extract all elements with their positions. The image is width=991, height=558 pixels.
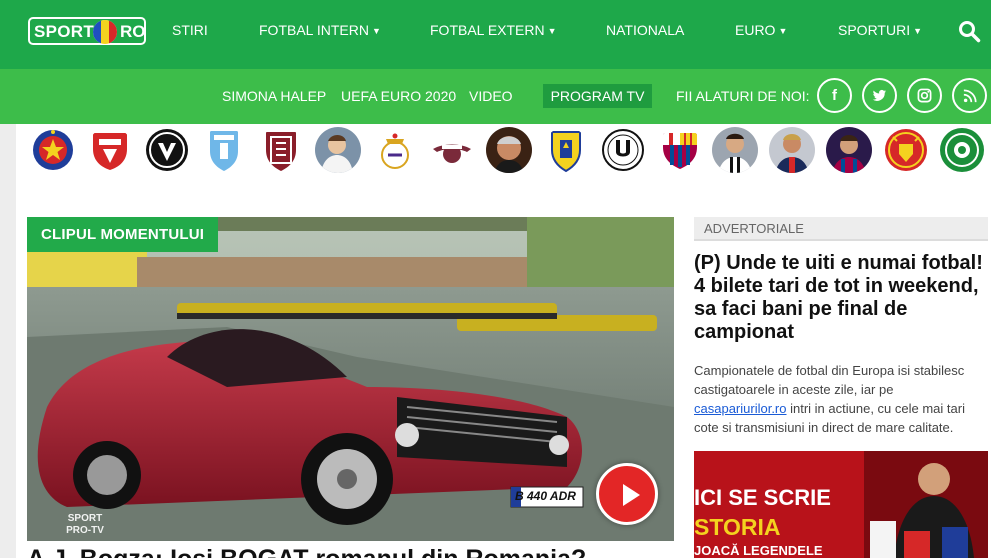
page-left-margin — [0, 124, 16, 558]
manchester-united-logo[interactable] — [883, 127, 929, 173]
nav-euro[interactable]: EURO ▼ — [735, 22, 787, 38]
nav-nationala[interactable]: NATIONALA — [606, 22, 684, 38]
caret-down-icon: ▼ — [371, 26, 381, 36]
gigi-becali-photo[interactable] — [486, 127, 532, 173]
messi-photo[interactable] — [826, 127, 872, 173]
social-label: FII ALATURI DE NOI: — [676, 88, 810, 104]
nav-stiri[interactable]: STIRI — [172, 22, 208, 38]
watermark-bottom: PRO-TV — [66, 525, 104, 536]
barcelona-logo[interactable] — [657, 127, 703, 173]
caret-down-icon: ▼ — [913, 26, 923, 36]
play-icon[interactable] — [596, 463, 658, 525]
promo-line-2: STORIA — [694, 514, 781, 540]
advertorial-title[interactable]: (P) Unde te uiti e numai fotbal! 4 bilet… — [694, 252, 988, 344]
subnav-uefa-euro[interactable]: UEFA EURO 2020 — [341, 88, 456, 104]
petrolul-logo[interactable] — [543, 127, 589, 173]
promo-line-1: ICI SE SCRIE — [694, 485, 831, 510]
steaua-logo[interactable] — [30, 127, 76, 173]
caret-down-icon: ▼ — [547, 26, 557, 36]
nav-nationala-label: NATIONALA — [606, 22, 685, 38]
caret-down-icon: ▼ — [778, 26, 788, 36]
logo-text-sport: SPORT — [34, 22, 95, 41]
ronaldo-photo[interactable] — [712, 127, 758, 173]
instagram-icon[interactable] — [907, 78, 942, 113]
featured-video[interactable] — [27, 217, 674, 541]
facebook-icon[interactable]: f — [817, 78, 852, 113]
search-icon[interactable] — [957, 19, 981, 43]
nav-sporturi-label: SPORTURI — [838, 22, 911, 38]
promo-line-3: JOACĂ LEGENDELE — [694, 543, 823, 558]
site-logo[interactable]: SPORT RO — [28, 17, 146, 45]
program-tv-button[interactable]: PROGRAM TV — [543, 84, 652, 108]
cfr-logo[interactable] — [258, 127, 304, 173]
twitter-icon[interactable] — [862, 78, 897, 113]
watermark-top: SPORT — [67, 513, 103, 524]
real-madrid-logo[interactable] — [372, 127, 418, 173]
nav-fotbal-extern[interactable]: FOTBAL EXTERN ▼ — [430, 22, 557, 38]
featured-label: CLIPUL MOMENTULUI — [27, 217, 219, 252]
nav-sporturi[interactable]: SPORTURI ▼ — [838, 22, 922, 38]
advertorial-text: Campionatele de fotbal din Europa isi st… — [694, 361, 988, 437]
advertorial-text-before: Campionatele de fotbal din Europa isi st… — [694, 363, 965, 397]
simona-halep-photo[interactable] — [315, 127, 361, 173]
nav-euro-label: EURO — [735, 22, 776, 38]
u-cluj-logo[interactable] — [600, 127, 646, 173]
subnav-simona-halep[interactable]: SIMONA HALEP — [222, 88, 326, 104]
nav-fotbal-intern[interactable]: FOTBAL INTERN ▼ — [259, 22, 381, 38]
license-plate: B 440 ADR — [515, 489, 576, 503]
advertorial-link[interactable]: casapariurilor.ro — [694, 401, 787, 416]
nav-fotbal-intern-label: FOTBAL INTERN — [259, 22, 369, 38]
rapid-logo[interactable] — [429, 127, 475, 173]
logo-ball-icon — [93, 20, 117, 44]
sport-pro-tv-watermark: SPORT PRO-TV — [60, 513, 110, 541]
neymar-photo[interactable] — [769, 127, 815, 173]
craiova-logo[interactable] — [201, 127, 247, 173]
subnav-video[interactable]: VIDEO — [469, 88, 513, 104]
dinamo-logo[interactable] — [87, 127, 133, 173]
viitorul-logo[interactable] — [144, 127, 190, 173]
nav-fotbal-extern-label: FOTBAL EXTERN — [430, 22, 545, 38]
rss-icon[interactable] — [952, 78, 987, 113]
nav-stiri-label: STIRI — [172, 22, 208, 38]
logo-text-ro: RO — [120, 22, 146, 41]
featured-title[interactable]: A.J. Bogza: Iosi BOGAT romanul din Roman… — [27, 544, 674, 558]
advertorial-header: ADVERTORIALE — [694, 217, 988, 241]
gaz-metan-logo[interactable] — [939, 127, 985, 173]
